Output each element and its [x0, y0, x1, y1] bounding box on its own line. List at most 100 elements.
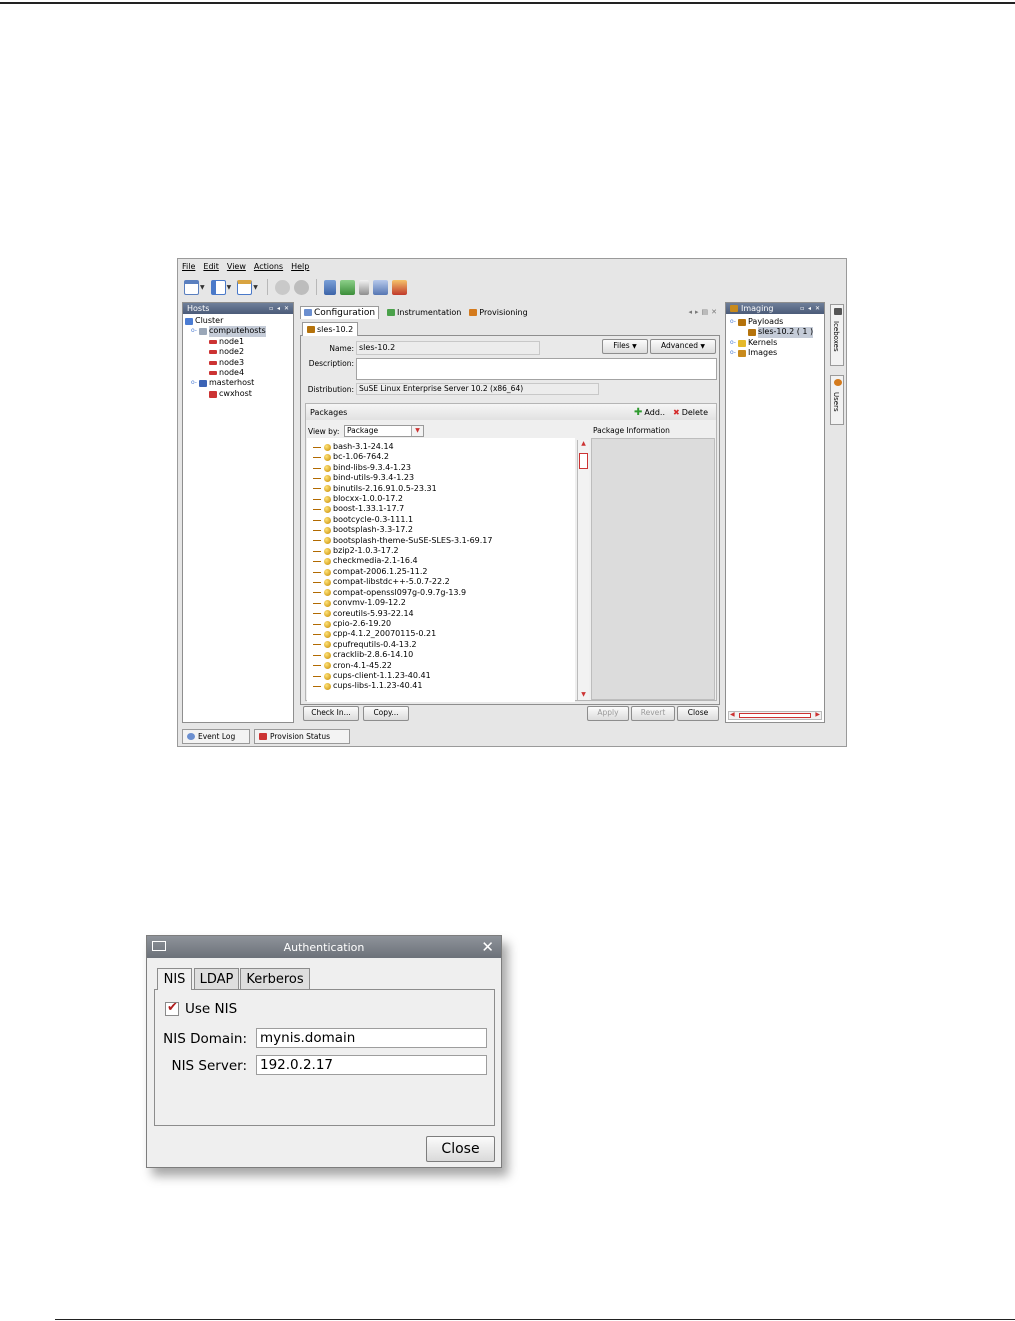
package-list-item[interactable]: cups-client-1.1.23-40.41 [307, 671, 575, 681]
nis-server-field[interactable]: 192.0.2.17 [256, 1055, 487, 1075]
status-tab-event-log[interactable]: Event Log [182, 729, 250, 744]
package-list-item[interactable]: checkmedia-2.1-16.4 [307, 556, 575, 566]
package-icon [324, 506, 331, 514]
chevron-down-icon[interactable]: ▼ [227, 284, 232, 291]
package-list-item[interactable]: bootsplash-3.3-17.2 [307, 525, 575, 535]
tree-item-computehosts[interactable]: o-computehosts [185, 326, 266, 337]
tree-item-images[interactable]: o- Images [730, 348, 813, 358]
menu-help[interactable]: Help [291, 262, 309, 274]
close-icon[interactable]: ✕ [481, 938, 494, 956]
expand-icon[interactable]: o- [730, 338, 736, 348]
scroll-thumb[interactable] [739, 713, 811, 718]
database-icon[interactable] [323, 279, 336, 295]
check-tool-icon[interactable] [391, 279, 407, 295]
tab-instrumentation[interactable]: Instrumentation [387, 308, 461, 317]
package-list-item[interactable]: cron-4.1-45.22 [307, 661, 575, 671]
package-list-item[interactable]: coreutils-5.93-22.14 [307, 609, 575, 619]
package-list-item[interactable]: cracklib-2.8.6-14.10 [307, 650, 575, 660]
scroll-down-arrow-icon[interactable]: ▼ [578, 691, 589, 700]
delete-package-button[interactable]: ✖ Delete [673, 408, 708, 417]
tree-item-kernels[interactable]: o- Kernels [730, 338, 813, 348]
tree-item-masterhost[interactable]: o-masterhost [185, 378, 266, 388]
side-tab-iceboxes[interactable]: Iceboxes [830, 304, 844, 366]
scroll-up-arrow-icon[interactable]: ▲ [578, 440, 589, 449]
package-list-item[interactable]: bootsplash-theme-SuSE-SLES-3.1-69.17 [307, 536, 575, 546]
package-list-item[interactable]: binutils-2.16.91.0.5-23.31 [307, 484, 575, 494]
files-button[interactable]: Files ▼ [602, 339, 648, 354]
package-list-item[interactable]: bc-1.06-764.2 [307, 452, 575, 462]
tab-nav-controls-icon[interactable]: ◂▸▤✕ [688, 308, 720, 316]
tab-kerberos[interactable]: Kerberos [240, 968, 310, 989]
panel-controls-icon[interactable]: ▫ ◂ ✕ [269, 305, 290, 312]
package-list-item[interactable]: boost-1.33.1-17.7 [307, 504, 575, 514]
apply-button[interactable]: Apply [587, 706, 629, 721]
close-button[interactable]: Close [677, 706, 719, 721]
view-by-select[interactable]: Package ▼ [344, 425, 424, 437]
package-list-item[interactable]: cpp-4.1.2_20070115-0.21 [307, 629, 575, 639]
dialog-close-button[interactable]: Close [426, 1136, 495, 1162]
window-menu-icon[interactable] [152, 941, 166, 951]
tab-ldap[interactable]: LDAP [194, 968, 239, 989]
tree-item-node4[interactable]: node4 [185, 368, 266, 378]
scroll-left-arrow-icon[interactable]: ◀ [730, 711, 735, 718]
package-list-item[interactable]: cpio-2.6-19.20 [307, 619, 575, 629]
package-list-scrollbar[interactable]: ▲ ▼ [577, 440, 589, 700]
package-list-item[interactable]: cpufrequtils-0.4-13.2 [307, 640, 575, 650]
check-in-button[interactable]: Check In... [303, 706, 359, 721]
tab-nis[interactable]: NIS [157, 968, 192, 990]
tree-item-cluster[interactable]: Cluster [185, 316, 266, 326]
disk-icon[interactable] [372, 279, 388, 295]
package-list-item[interactable]: compat-2006.1.25-11.2 [307, 567, 575, 577]
package-list-item[interactable]: blocxx-1.0.0-17.2 [307, 494, 575, 504]
power-icon[interactable] [274, 279, 290, 295]
copy-button[interactable]: Copy... [363, 706, 409, 721]
battery-icon[interactable] [358, 279, 369, 295]
description-field[interactable] [356, 358, 717, 380]
nis-domain-field[interactable]: mynis.domain [256, 1028, 487, 1048]
package-list-item[interactable]: bind-utils-9.3.4-1.23 [307, 473, 575, 483]
tab-provisioning[interactable]: Provisioning [469, 308, 528, 317]
use-nis-checkbox[interactable]: ✔ [165, 1000, 179, 1016]
expand-icon[interactable]: o- [191, 326, 197, 336]
scroll-right-arrow-icon[interactable]: ▶ [815, 711, 820, 718]
panel-controls-icon[interactable]: ▫ ◂ ✕ [800, 305, 821, 312]
tree-item-sles-payload[interactable]: sles-10.2 ( 1 ) [730, 327, 814, 338]
expand-icon[interactable]: o- [191, 378, 197, 388]
package-list-item[interactable]: compat-openssl097g-0.9.7g-13.9 [307, 588, 575, 598]
package-list-item[interactable]: bind-libs-9.3.4-1.23 [307, 463, 575, 473]
package-list-item[interactable]: bzip2-1.0.3-17.2 [307, 546, 575, 556]
new-window-icon[interactable] [184, 279, 199, 295]
status-tab-provision-status[interactable]: Provision Status [254, 729, 350, 744]
scroll-thumb[interactable] [579, 453, 588, 469]
tree-item-payloads[interactable]: o- Payloads [730, 317, 813, 327]
menu-file[interactable]: File [182, 262, 195, 274]
revert-button[interactable]: Revert [631, 706, 675, 721]
package-list-item[interactable]: convmv-1.09-12.2 [307, 598, 575, 608]
menu-view[interactable]: View [227, 262, 246, 274]
subtab-sles[interactable]: sles-10.2 [302, 322, 359, 336]
tree-item-cwxhost[interactable]: cwxhost [185, 389, 266, 399]
expand-icon[interactable]: o- [730, 317, 736, 327]
side-tab-users[interactable]: Users [830, 375, 844, 425]
package-list-item[interactable]: bash-3.1-24.14 [307, 442, 575, 452]
advanced-button[interactable]: Advanced ▼ [650, 339, 716, 354]
tree-item-node1[interactable]: node1 [185, 337, 266, 347]
chevron-down-icon[interactable]: ▼ [200, 284, 205, 291]
expand-icon[interactable]: o- [730, 348, 736, 358]
imaging-hscrollbar[interactable]: ◀ ▶ [728, 711, 822, 720]
menu-edit[interactable]: Edit [203, 262, 219, 274]
stop-icon[interactable] [293, 279, 309, 295]
calendar-icon[interactable] [237, 279, 253, 295]
package-list-item[interactable]: compat-libstdc++-5.0.7-22.2 [307, 577, 575, 587]
refresh-icon[interactable] [339, 279, 355, 295]
tab-configuration[interactable]: Configuration [300, 305, 380, 319]
chevron-down-icon[interactable]: ▼ [253, 284, 258, 291]
package-list-item[interactable]: bootcycle-0.3-111.1 [307, 515, 575, 525]
menu-actions[interactable]: Actions [254, 262, 283, 274]
name-field[interactable]: sles-10.2 [356, 341, 540, 355]
layout-icon[interactable] [210, 279, 226, 295]
add-package-button[interactable]: ✚ Add.. [634, 407, 665, 418]
tree-item-node3[interactable]: node3 [185, 358, 266, 368]
package-list-item[interactable]: cups-libs-1.1.23-40.41 [307, 681, 575, 691]
tree-item-node2[interactable]: node2 [185, 347, 266, 357]
